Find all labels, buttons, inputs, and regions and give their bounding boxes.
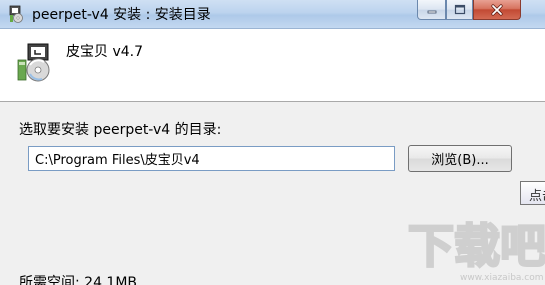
tooltip: 点击: [520, 181, 545, 205]
watermark-url: www.xiazaiba.com: [460, 273, 544, 283]
app-name-version: 皮宝贝 v4.7: [66, 44, 143, 60]
directory-prompt-label: 选取要安装 peerpet-v4 的目录:: [19, 122, 222, 138]
close-icon: [491, 3, 503, 16]
watermark-logo: 下载吧 www.xiazaiba.com: [407, 218, 545, 283]
title-bar[interactable]: peerpet-v4 安装 : 安装目录: [0, 0, 545, 29]
watermark-text: 下载吧: [408, 219, 545, 273]
installer-disc-icon: [17, 43, 50, 82]
window-title: peerpet-v4 安装 : 安装目录: [32, 7, 211, 23]
maximize-button[interactable]: [446, 0, 473, 20]
installer-app-icon: [9, 5, 23, 23]
installer-header: 皮宝贝 v4.7: [0, 29, 545, 102]
browse-button[interactable]: 浏览(B)...: [408, 145, 512, 172]
maximize-icon: [454, 4, 465, 15]
installer-window: peerpet-v4 安装 : 安装目录 皮宝贝 v4.7 选取要安装 peer…: [0, 0, 545, 285]
minimize-button[interactable]: [417, 0, 446, 20]
close-button[interactable]: [473, 0, 521, 20]
install-path-input[interactable]: [28, 146, 395, 171]
minimize-icon: [427, 10, 436, 13]
space-required-label: 所需空间: 24.1MB: [19, 275, 138, 285]
